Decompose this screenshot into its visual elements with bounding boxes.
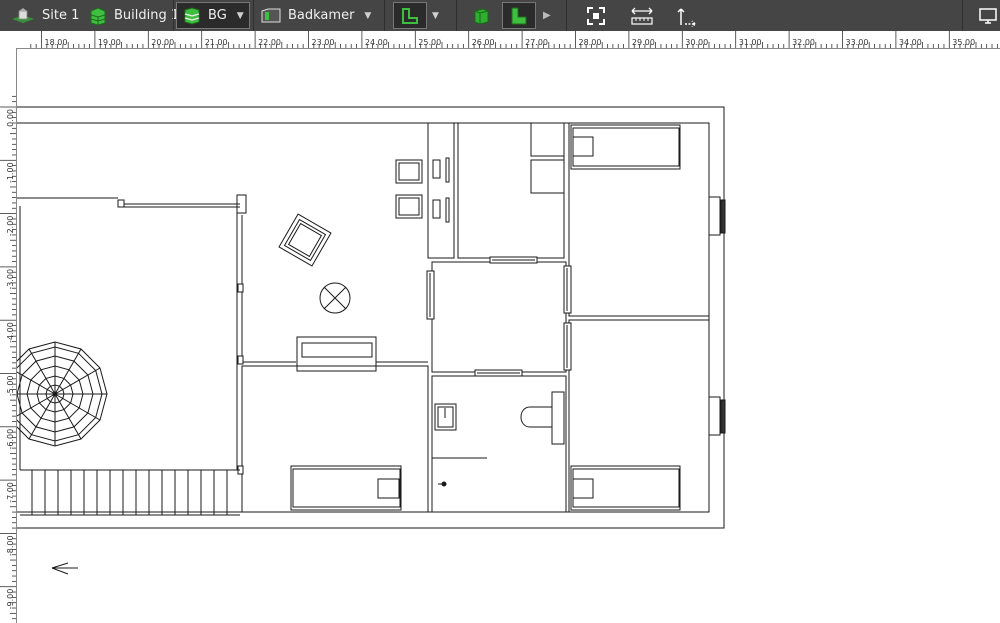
move-icon: [677, 7, 696, 27]
move-button[interactable]: [674, 2, 700, 29]
measure-icon: [631, 7, 653, 25]
site-icon: [12, 7, 34, 23]
3d-view-button[interactable]: [466, 2, 496, 29]
ruler-label: 0.00: [6, 109, 15, 127]
exterior-walls: [17, 106, 726, 529]
l-shape-button[interactable]: [502, 2, 536, 29]
floor-dropdown[interactable]: BG ▼: [176, 2, 250, 29]
3d-box-icon: [474, 7, 489, 25]
ruler-label: 19.00: [98, 38, 121, 47]
ruler-label: -6.00: [6, 429, 15, 450]
ruler-label: -4.00: [6, 322, 15, 343]
parasol: [17, 341, 108, 447]
shower: [432, 457, 487, 487]
floor-icon: [184, 6, 200, 25]
expand-arrow[interactable]: ▶: [543, 0, 551, 31]
ruler-label: 21.00: [205, 38, 228, 47]
north-arrow: [51, 562, 78, 575]
ruler-label: 28.00: [579, 38, 602, 47]
building-selector[interactable]: Building 1: [88, 0, 179, 31]
terrace-steps: [20, 469, 240, 516]
chevron-down-icon: ▼: [364, 10, 372, 21]
ruler-label: 27.00: [525, 38, 548, 47]
site-selector[interactable]: Site 1: [10, 0, 79, 31]
floor-plan-canvas[interactable]: [17, 49, 1000, 623]
storage-boxes: [530, 122, 565, 194]
ruler-label: -3.00: [6, 269, 15, 290]
ruler-label: -7.00: [6, 482, 15, 503]
floor-plan-view-icon: [402, 7, 418, 24]
ruler-label: 33.00: [846, 38, 869, 47]
ruler-label: 23.00: [312, 38, 335, 47]
chevron-right-icon: ▶: [543, 10, 551, 21]
building-label: Building 1: [114, 8, 180, 23]
ruler-label: 25.00: [418, 38, 441, 47]
floor-label: BG: [208, 8, 227, 23]
doors-windows: [426, 256, 572, 377]
ruler-label: -2.00: [6, 216, 15, 237]
ruler-label: -8.00: [6, 535, 15, 556]
stools: [395, 157, 450, 223]
ruler-label: 29.00: [632, 38, 655, 47]
round-table: [319, 282, 351, 314]
ruler-label: 35.00: [952, 38, 975, 47]
measure-button[interactable]: [628, 2, 656, 29]
ruler-label: 22.00: [258, 38, 281, 47]
fit-view-icon: [587, 6, 605, 25]
armchair: [278, 213, 332, 267]
main-toolbar: Site 1 Building 1 BG ▼ Badkamer ▼ ▼ ▶: [0, 0, 1000, 32]
ruler-label: -9.00: [6, 589, 15, 610]
building-icon: [90, 6, 106, 26]
ruler-label: 34.00: [899, 38, 922, 47]
interior-walls: [17, 122, 710, 513]
chevron-down-icon: ▼: [432, 10, 439, 21]
floor-plan-view-button[interactable]: [393, 2, 427, 29]
ruler-label: 26.00: [472, 38, 495, 47]
ruler-label: 32.00: [792, 38, 815, 47]
chevron-down-icon: ▼: [236, 10, 244, 21]
toilet: [520, 391, 565, 445]
horizontal-ruler: 18.00 19.00 20.00 21.00 22.00 23.00 24.00 25.00…: [0, 31, 1000, 49]
l-shape-icon: [511, 7, 527, 24]
view-dropdown[interactable]: ▼: [432, 0, 439, 31]
ruler-label: 18.00: [45, 38, 68, 47]
site-label: Site 1: [42, 8, 80, 23]
ruler-label: -5.00: [6, 376, 15, 397]
ruler-label: -1.00: [6, 162, 15, 183]
ruler-label: 24.00: [365, 38, 388, 47]
display-button[interactable]: [975, 2, 1000, 29]
display-icon: [978, 7, 997, 24]
sink: [434, 403, 457, 431]
vertical-ruler: 0.00 -1.00 -2.00 -3.00 -4.00 -5.00 -6.00 -7.00 -…: [0, 48, 17, 623]
room-dropdown[interactable]: Badkamer ▼: [260, 0, 371, 31]
room-icon: [261, 8, 281, 22]
room-label: Badkamer: [288, 8, 355, 23]
beds: [290, 124, 681, 511]
ruler-label: 30.00: [685, 38, 708, 47]
ruler-label: 20.00: [151, 38, 174, 47]
ruler-label: 31.00: [739, 38, 762, 47]
fit-view-button[interactable]: [582, 2, 610, 29]
